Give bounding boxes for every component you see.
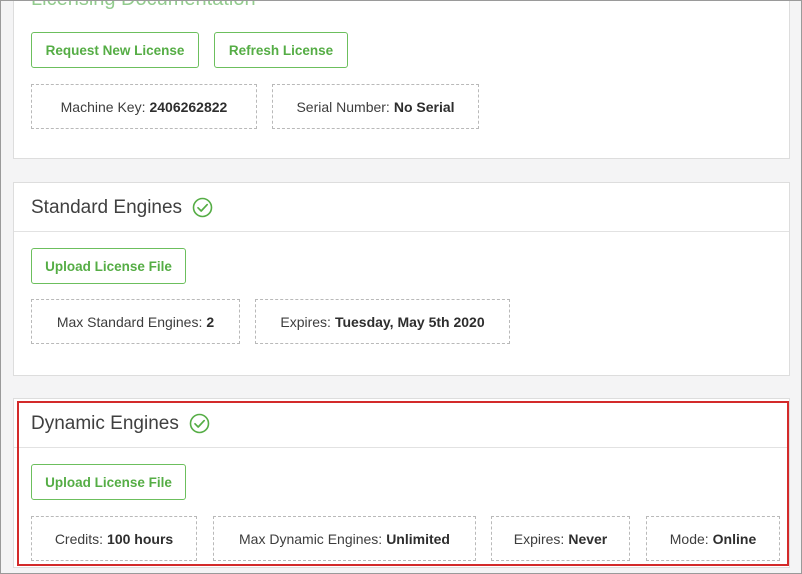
mode-box: Mode: Online — [646, 516, 780, 561]
standard-expires-box: Expires: Tuesday, May 5th 2020 — [255, 299, 510, 344]
max-standard-engines-label: Max Standard Engines: — [56, 313, 203, 330]
check-circle-icon — [189, 413, 210, 434]
max-dynamic-engines-value: Unlimited — [386, 530, 450, 547]
serial-number-label: Serial Number: — [296, 98, 390, 115]
serial-number-value: No Serial — [393, 98, 455, 115]
request-new-license-button[interactable]: Request New License — [31, 32, 199, 68]
max-standard-engines-box: Max Standard Engines: 2 — [31, 299, 240, 344]
standard-expires-label: Expires: — [280, 313, 331, 330]
machine-key-box: Machine Key: 2406262822 — [31, 84, 257, 129]
dynamic-expires-box: Expires: Never — [491, 516, 630, 561]
dynamic-engines-title: Dynamic Engines — [31, 412, 179, 434]
dynamic-upload-license-button[interactable]: Upload License File — [31, 464, 186, 500]
dynamic-expires-label: Expires: — [513, 530, 565, 547]
check-circle-icon — [192, 197, 213, 218]
standard-engines-title: Standard Engines — [31, 196, 183, 218]
machine-key-value: 2406262822 — [149, 98, 228, 115]
credits-value: 100 hours — [107, 530, 174, 547]
standard-upload-license-button[interactable]: Upload License File — [31, 248, 186, 284]
dynamic-expires-value: Never — [568, 530, 608, 547]
mode-label: Mode: — [669, 530, 709, 547]
max-dynamic-engines-box: Max Dynamic Engines: Unlimited — [213, 516, 476, 561]
credits-box: Credits: 100 hours — [31, 516, 197, 561]
max-standard-engines-value: 2 — [206, 313, 215, 330]
mode-value: Online — [712, 530, 757, 547]
serial-number-box: Serial Number: No Serial — [272, 84, 479, 129]
max-dynamic-engines-label: Max Dynamic Engines: — [239, 530, 383, 547]
dynamic-engines-header: Dynamic Engines — [14, 399, 789, 448]
credits-label: Credits: — [54, 530, 104, 547]
standard-engines-header: Standard Engines — [14, 183, 789, 232]
standard-engines-card: Standard Engines Upload License File Max… — [13, 182, 790, 376]
dynamic-engines-card: Dynamic Engines Upload License File Cred… — [13, 398, 790, 568]
license-actions-card: Licensing Documentation Request New Lice… — [13, 0, 790, 159]
machine-key-label: Machine Key: — [60, 98, 146, 115]
refresh-license-button[interactable]: Refresh License — [214, 32, 348, 68]
cutoff-heading: Licensing Documentation — [31, 0, 256, 11]
standard-expires-value: Tuesday, May 5th 2020 — [334, 313, 485, 330]
